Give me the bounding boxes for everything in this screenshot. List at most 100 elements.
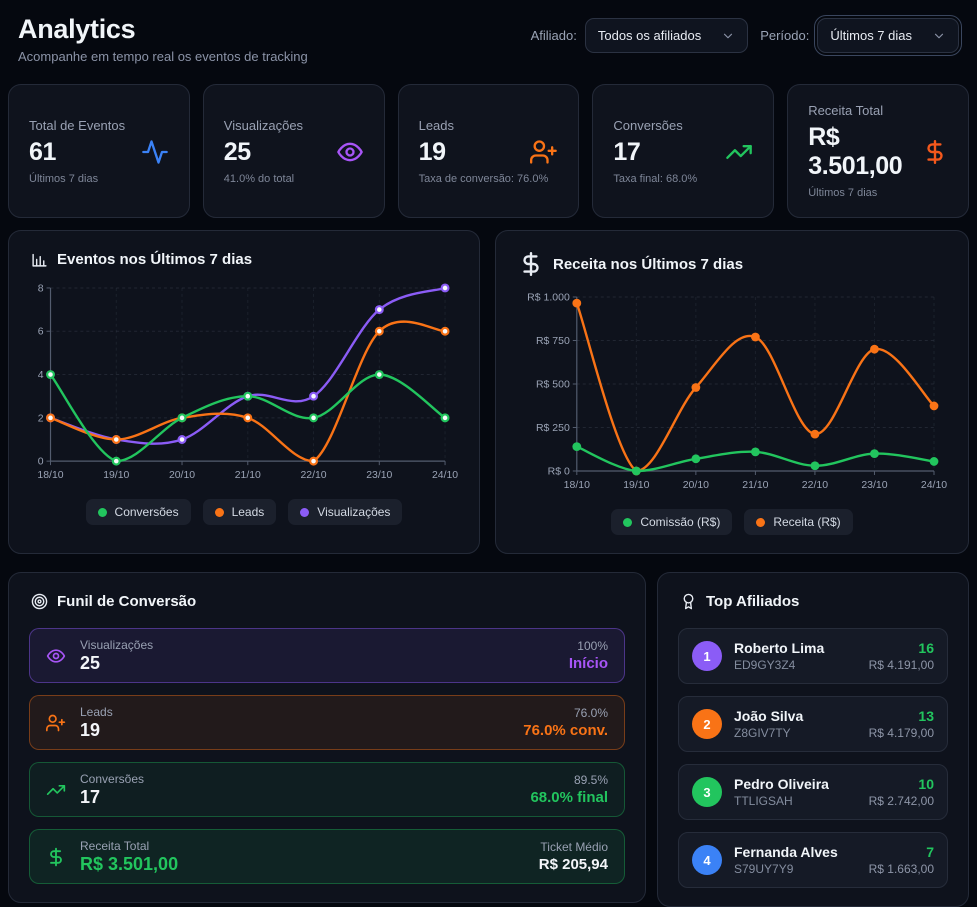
legend-item[interactable]: Receita (R$) <box>744 509 852 535</box>
funnel-step-percent: 89.5% <box>530 773 608 787</box>
legend-color-dot <box>300 508 309 517</box>
events-chart-title: Eventos nos Últimos 7 dias <box>57 251 252 268</box>
legend-item[interactable]: Conversões <box>86 499 191 525</box>
chevron-down-icon <box>932 29 946 43</box>
period-select[interactable]: Últimos 7 dias <box>817 18 959 53</box>
funnel-step-label: Leads <box>80 705 509 719</box>
user-plus-icon <box>530 138 558 166</box>
stat-value: 17 <box>613 138 640 167</box>
affiliate-code: Z8GIV7TY <box>734 726 857 740</box>
funnel-list: Visualizações 25 100% Início Leads 19 76… <box>29 628 625 884</box>
funnel-step-note: 76.0% conv. <box>523 722 608 739</box>
affiliate-count: 10 <box>869 776 934 792</box>
stat-title: Receita Total <box>808 103 948 118</box>
svg-text:8: 8 <box>38 283 44 294</box>
affiliate-row: 2 João Silva Z8GIV7TY 13 R$ 4.179,00 <box>678 696 948 752</box>
funnel-step-percent: 100% <box>569 639 608 653</box>
affiliate-count: 13 <box>869 708 934 724</box>
funnel-step-value: 19 <box>80 720 509 741</box>
affiliate-select-value: Todos os afiliados <box>598 28 701 43</box>
stat-card: Total de Eventos 61 Últimos 7 dias <box>8 84 190 218</box>
affiliate-select[interactable]: Todos os afiliados <box>585 18 748 53</box>
dollar-icon <box>518 251 544 277</box>
affiliate-name: João Silva <box>734 708 857 724</box>
affiliate-row: 1 Roberto Lima ED9GY3Z4 16 R$ 4.191,00 <box>678 628 948 684</box>
stat-title: Leads <box>419 118 559 133</box>
stat-value: 19 <box>419 138 446 167</box>
svg-text:23/10: 23/10 <box>366 470 392 481</box>
affiliate-amount: R$ 4.191,00 <box>869 658 934 672</box>
stat-title: Total de Eventos <box>29 118 169 133</box>
rank-badge: 4 <box>692 845 722 875</box>
conversion-funnel-panel: Funil de Conversão Visualizações 25 100%… <box>8 572 646 903</box>
stat-title: Visualizações <box>224 118 364 133</box>
svg-text:22/10: 22/10 <box>300 470 326 481</box>
funnel-step-label: Conversões <box>80 772 516 786</box>
legend-item[interactable]: Leads <box>203 499 277 525</box>
svg-text:19/10: 19/10 <box>103 470 129 481</box>
affiliate-amount: R$ 4.179,00 <box>869 726 934 740</box>
stat-value: R$ 3.501,00 <box>808 123 922 181</box>
legend-color-dot <box>98 508 107 517</box>
svg-text:21/10: 21/10 <box>235 470 261 481</box>
svg-text:21/10: 21/10 <box>742 479 768 491</box>
svg-text:24/10: 24/10 <box>432 470 458 481</box>
rank-badge: 2 <box>692 709 722 739</box>
affiliate-row: 3 Pedro Oliveira TTLIGSAH 10 R$ 2.742,00 <box>678 764 948 820</box>
award-icon <box>680 593 697 610</box>
affiliate-name: Pedro Oliveira <box>734 776 857 792</box>
dollar-icon <box>922 139 948 165</box>
svg-text:18/10: 18/10 <box>37 470 63 481</box>
legend-label: Receita (R$) <box>773 515 840 529</box>
affiliate-amount: R$ 2.742,00 <box>869 794 934 808</box>
eye-icon <box>46 646 66 666</box>
revenue-chart-legend: Comissão (R$) Receita (R$) <box>516 509 948 535</box>
user-plus-icon <box>46 713 66 733</box>
svg-text:2: 2 <box>38 413 44 424</box>
svg-text:20/10: 20/10 <box>169 470 195 481</box>
stat-subtext: Últimos 7 dias <box>808 187 948 199</box>
legend-label: Conversões <box>115 505 179 519</box>
events-line-chart[interactable]: 0246818/1019/1020/1021/1022/1023/1024/10 <box>29 278 459 491</box>
rank-badge: 3 <box>692 777 722 807</box>
funnel-row: Receita Total R$ 3.501,00 Ticket Médio R… <box>29 829 625 884</box>
stat-subtext: Últimos 7 dias <box>29 173 169 185</box>
affiliate-count: 16 <box>869 640 934 656</box>
svg-text:R$ 750: R$ 750 <box>536 335 570 347</box>
eye-icon <box>336 138 364 166</box>
affiliate-code: TTLIGSAH <box>734 794 857 808</box>
svg-text:18/10: 18/10 <box>564 479 590 491</box>
affiliate-code: ED9GY3Z4 <box>734 658 857 672</box>
funnel-row: Leads 19 76.0% 76.0% conv. <box>29 695 625 750</box>
affiliate-name: Fernanda Alves <box>734 844 857 860</box>
stat-card: Receita Total R$ 3.501,00 Últimos 7 dias <box>787 84 969 218</box>
legend-item[interactable]: Visualizações <box>288 499 402 525</box>
stats-row: Total de Eventos 61 Últimos 7 dias Visua… <box>8 84 969 218</box>
trending-up-icon <box>725 138 753 166</box>
target-icon <box>31 593 48 610</box>
svg-text:4: 4 <box>38 370 44 381</box>
stat-title: Conversões <box>613 118 753 133</box>
legend-item[interactable]: Comissão (R$) <box>611 509 732 535</box>
page-title: Analytics <box>18 14 308 45</box>
affiliate-name: Roberto Lima <box>734 640 857 656</box>
stat-card: Visualizações 25 41.0% do total <box>203 84 385 218</box>
revenue-line-chart[interactable]: R$ 0R$ 250R$ 500R$ 750R$ 1.00018/1019/10… <box>516 287 948 501</box>
stat-subtext: 41.0% do total <box>224 173 364 185</box>
svg-text:6: 6 <box>38 327 44 338</box>
dollar-icon <box>46 847 66 867</box>
funnel-step-note: Início <box>569 655 608 672</box>
affiliate-code: S79UY7Y9 <box>734 862 857 876</box>
funnel-step-value: 25 <box>80 653 555 674</box>
funnel-step-percent: 76.0% <box>523 706 608 720</box>
revenue-chart-title: Receita nos Últimos 7 dias <box>553 256 743 273</box>
top-affiliates-title: Top Afiliados <box>706 593 799 610</box>
affiliate-count: 7 <box>869 844 934 860</box>
legend-color-dot <box>215 508 224 517</box>
legend-color-dot <box>623 518 632 527</box>
stat-card: Leads 19 Taxa de conversão: 76.0% <box>398 84 580 218</box>
bar-chart-icon <box>31 251 48 268</box>
affiliate-amount: R$ 1.663,00 <box>869 862 934 876</box>
funnel-step-value: R$ 3.501,00 <box>80 854 525 875</box>
svg-text:24/10: 24/10 <box>921 479 947 491</box>
